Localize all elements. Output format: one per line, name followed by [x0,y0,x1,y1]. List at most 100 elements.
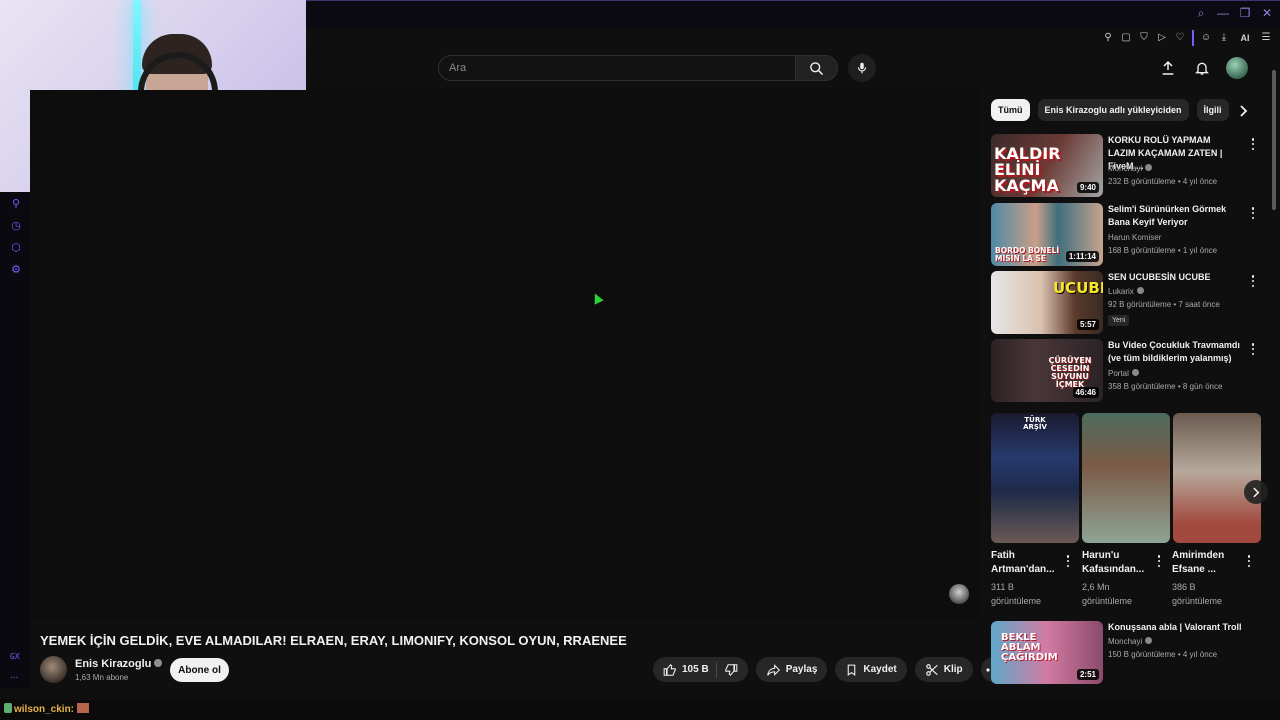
short-thumbnail[interactable]: TÜRK ARŞİV [991,413,1079,543]
more-options-icon[interactable] [1249,343,1257,355]
short-thumbnail[interactable] [1173,413,1261,543]
channel-name-text[interactable]: Enis Kirazoglu [75,658,151,670]
chip-from-uploader[interactable]: Enis Kirazoglu adlı yükleyiciden [1037,99,1189,121]
video-title[interactable]: Konuşsana abla | Valorant Troll [1108,621,1248,634]
bell-icon [1195,62,1209,75]
recommendation-item[interactable]: KALDIR ELİNİ KAÇMA 9:40 KORKU ROLÜ YAPMA… [991,134,1263,198]
more-icon[interactable]: ... [10,670,18,681]
subscriber-count: 1,63 Mn abone [75,673,129,682]
recommendation-item[interactable]: BORDO BONELİ MİSİN LA SE 1:11:14 Selim'i… [991,203,1263,267]
thumbs-down-icon[interactable] [724,663,738,677]
history-icon[interactable]: ◷ [10,220,22,232]
channel-avatar[interactable] [40,656,67,683]
more-options-icon[interactable] [1065,555,1071,567]
notifications-button[interactable] [1192,58,1212,78]
channel-name[interactable]: Monchayi [1108,637,1153,646]
more-options-icon[interactable] [1249,207,1257,219]
thumbs-up-icon[interactable] [663,663,677,677]
video-title[interactable]: Selim'i Sürünürken Görmek Bana Keyif Ver… [1108,203,1240,229]
channel-name-text[interactable]: Monchayi [1108,164,1142,173]
settings-icon[interactable]: ⚙ [10,264,22,276]
menu-icon[interactable]: ☰ [1260,32,1272,44]
gx-label[interactable]: GX [10,652,20,661]
chat-message: wilson_ckin: [4,703,90,715]
bookmark-icon [848,664,856,676]
subscribe-button[interactable]: Abone ol [170,658,229,682]
more-options-icon[interactable] [1249,138,1257,150]
sidebar-scrollbar[interactable] [1271,58,1277,698]
search-button[interactable] [796,55,838,81]
channel-name-text[interactable]: Harun Komiser [1108,233,1161,242]
share-button[interactable]: Paylaş [755,657,828,682]
search-input[interactable] [439,56,795,80]
video-thumbnail[interactable]: KALDIR ELİNİ KAÇMA 9:40 [991,134,1103,197]
video-meta: 150 B görüntüleme • 4 yıl önce [1108,650,1218,659]
chip-all[interactable]: Tümü [991,99,1030,121]
more-options-icon[interactable] [1156,555,1162,567]
channel-name-text[interactable]: Lukarix [1108,287,1134,296]
recommendation-item[interactable]: UCUBE 5:57 SEN UCUBESİN UCUBE Lukarix 92… [991,271,1263,335]
chips-next-button[interactable] [1236,103,1252,119]
header-actions [1158,57,1248,79]
scrollbar-thumb[interactable] [1272,70,1276,210]
more-options-icon[interactable] [1246,555,1252,567]
extension-separator [1192,30,1194,46]
like-count[interactable]: 105 B [682,664,709,675]
search-icon [810,61,823,75]
upload-button[interactable] [1158,58,1178,78]
short-title[interactable]: Harun'u Kafasından... [1082,549,1154,577]
pin-icon[interactable]: ⚲ [10,198,22,210]
shorts-next-button[interactable] [1244,480,1268,504]
video-title[interactable]: Bu Video Çocukluk Travmamdı (ve tüm bild… [1108,339,1240,365]
video-duration: 1:11:14 [1065,251,1099,262]
save-label: Kaydet [863,664,897,675]
short-thumbnail[interactable] [1082,413,1170,543]
heart-icon[interactable]: ♡ [1174,32,1186,44]
search-tabs-icon[interactable]: ⌕ [1194,6,1208,20]
save-button[interactable]: Kaydet [835,657,907,682]
video-thumbnail[interactable]: ÇÜRÜYEN CESEDİN SUYUNU İÇMEK 46:46 [991,339,1103,402]
thumbnail-caption: KALDIR ELİNİ KAÇMA [994,144,1061,195]
shield-icon[interactable]: ⛉ [1138,32,1150,44]
account-avatar[interactable] [1226,57,1248,79]
video-player[interactable] [30,90,980,620]
extensions-icon[interactable]: ⬡ [10,242,22,254]
video-thumbnail[interactable]: UCUBE 5:57 [991,271,1103,334]
recommendation-item[interactable]: BEKLE ABLAM ÇAĞIRDIM 2:51 Konuşsana abla… [991,621,1263,685]
clip-label: Klip [943,664,963,675]
minimize-icon[interactable]: — [1216,6,1230,20]
thumbnail-caption: ÇÜRÜYEN CESEDİN SUYUNU İÇMEK [1048,356,1092,389]
video-title[interactable]: SEN UCUBESİN UCUBE [1108,271,1240,284]
thumbnail-caption: UCUBE [1053,279,1103,297]
player-overlay-avatar[interactable] [949,584,969,604]
video-thumbnail[interactable]: BEKLE ABLAM ÇAĞIRDIM 2:51 [991,621,1103,684]
thumbnail-caption: BEKLE ABLAM ÇAĞIRDIM [1001,632,1058,663]
channel-name-text[interactable]: Portal [1108,369,1129,378]
channel-name[interactable]: Lukarix [1108,287,1144,296]
channel-name[interactable]: Portal [1108,369,1139,378]
short-title[interactable]: Amirimden Efsane ... [1172,549,1244,577]
recommendation-item[interactable]: ÇÜRÜYEN CESEDİN SUYUNU İÇMEK 46:46 Bu Vi… [991,339,1263,403]
profile-icon[interactable]: ☺ [1200,32,1212,44]
chat-username: wilson_ckin: [14,704,75,715]
channel-name[interactable]: Monchayi [1108,164,1153,173]
clip-button[interactable]: Klip [914,657,973,682]
chip-related[interactable]: İlgili [1196,99,1229,121]
close-icon[interactable]: ✕ [1260,6,1274,20]
voice-search-button[interactable] [848,54,876,82]
ai-icon[interactable]: AI [1236,32,1254,44]
short-title[interactable]: Fatih Artman'dan... [991,549,1063,577]
video-duration: 5:57 [1076,319,1099,330]
channel-name-text[interactable]: Monchayi [1108,637,1142,646]
more-options-icon[interactable] [1249,275,1257,287]
snapshot-icon[interactable]: ▢ [1120,32,1132,44]
play-icon[interactable]: ▷ [1156,32,1168,44]
video-thumbnail[interactable]: BORDO BONELİ MİSİN LA SE 1:11:14 [991,203,1103,266]
pin-icon[interactable]: ⚲ [1102,32,1114,44]
download-icon[interactable]: ⤓ [1218,32,1230,44]
restore-icon[interactable]: ❐ [1238,6,1252,20]
channel-name[interactable]: Enis Kirazoglu [75,658,163,670]
window-controls: ⌕ — ❐ ✕ [1194,6,1274,20]
channel-name[interactable]: Harun Komiser [1108,233,1161,242]
filter-chips: Tümü Enis Kirazoglu adlı yükleyiciden İl… [991,99,1229,121]
